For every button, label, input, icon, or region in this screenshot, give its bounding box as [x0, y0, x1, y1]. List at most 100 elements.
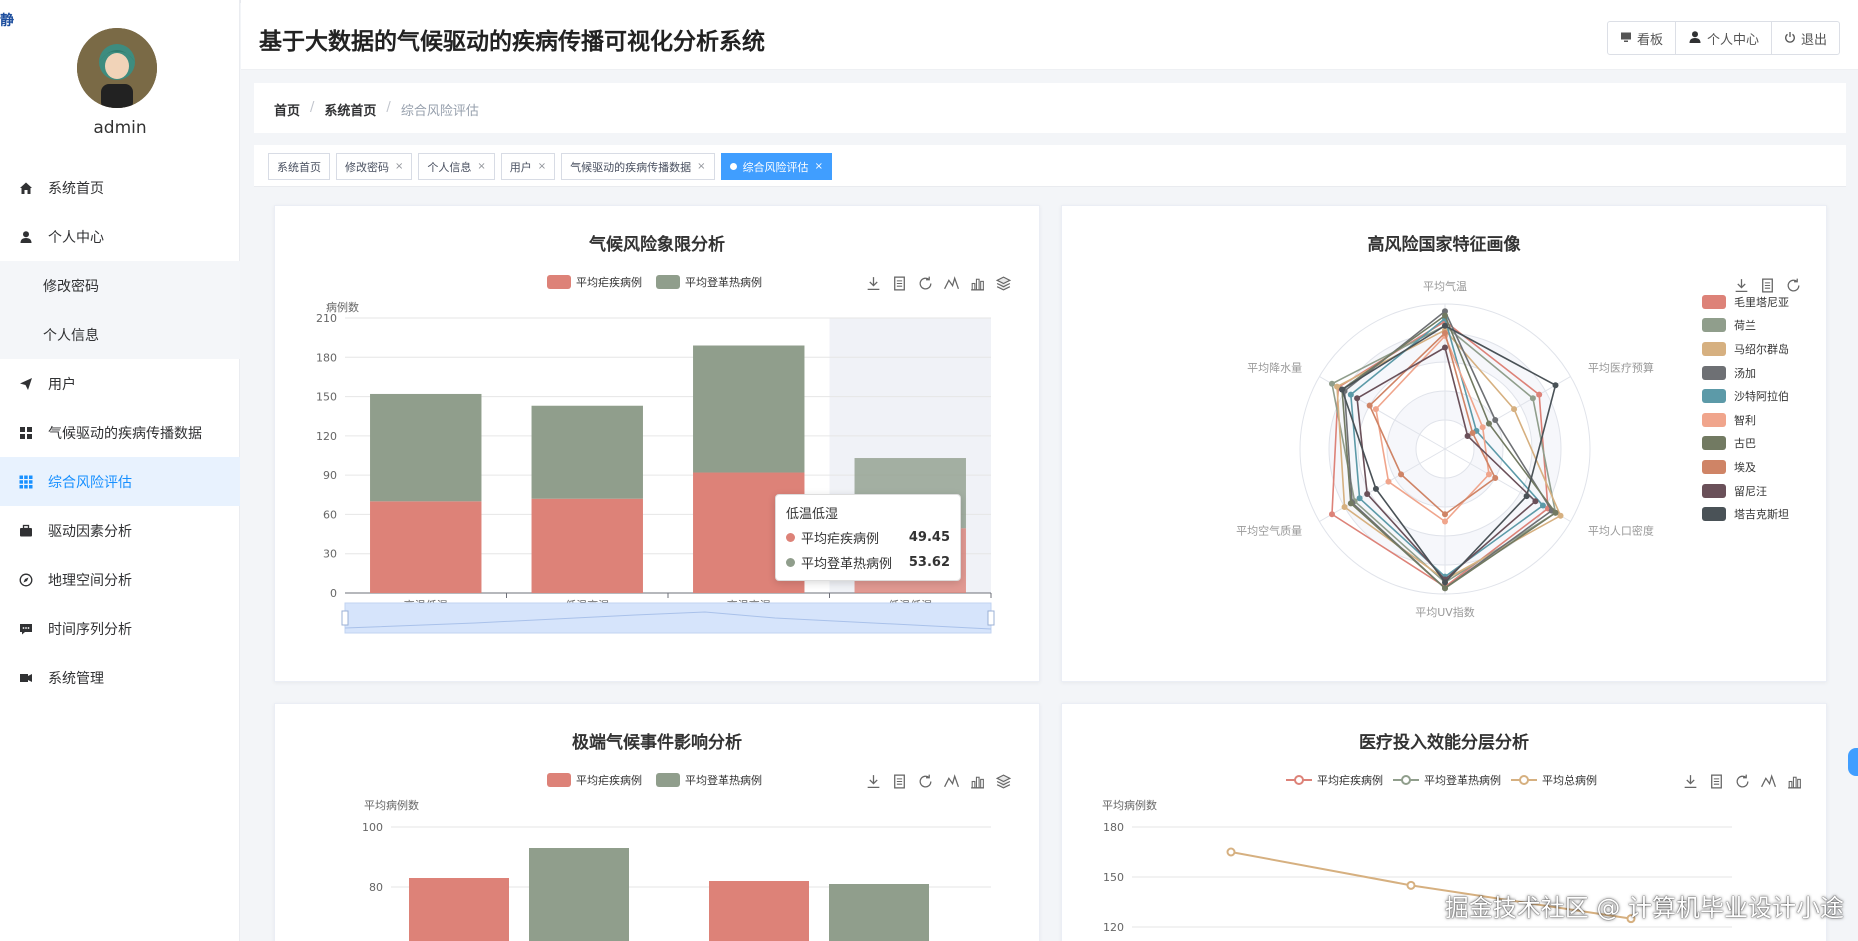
- radar-point[interactable]: [1328, 511, 1335, 518]
- radar-point[interactable]: [1532, 498, 1539, 505]
- radar-point[interactable]: [1442, 344, 1448, 351]
- radar-point[interactable]: [1492, 417, 1499, 423]
- tab-0[interactable]: 系统首页: [268, 153, 330, 180]
- radar-point[interactable]: [1536, 391, 1543, 398]
- sidebar-item-label: 用户: [48, 376, 76, 393]
- sidebar-item-10[interactable]: 系统管理: [0, 653, 240, 702]
- tooltip-label: 平均登革热病例: [801, 557, 893, 572]
- radar-legend-item[interactable]: 留尼汪: [1702, 479, 1789, 503]
- sidebar-item-9[interactable]: 时间序列分析: [0, 604, 240, 653]
- radar-point[interactable]: [1334, 383, 1341, 390]
- radar-point[interactable]: [1442, 518, 1448, 525]
- radar-point[interactable]: [1442, 585, 1448, 592]
- radar-point[interactable]: [1442, 330, 1448, 336]
- bar[interactable]: [709, 881, 809, 941]
- radar-point[interactable]: [1385, 478, 1392, 485]
- datazoom-slider[interactable]: [341, 602, 995, 634]
- breadcrumb-home[interactable]: 首页: [274, 100, 300, 119]
- sidebar-item-3[interactable]: 个人信息: [0, 310, 240, 359]
- radar-point[interactable]: [1492, 475, 1499, 481]
- bar[interactable]: [531, 405, 643, 499]
- radar-legend-item[interactable]: 沙特阿拉伯: [1702, 384, 1789, 408]
- bar[interactable]: [829, 884, 929, 941]
- radar-point[interactable]: [1372, 485, 1379, 492]
- bar[interactable]: [370, 393, 482, 502]
- radar-point[interactable]: [1485, 420, 1492, 427]
- radar-point[interactable]: [1464, 432, 1471, 439]
- close-icon[interactable]: ×: [477, 161, 485, 172]
- tags-view: 系统首页 修改密码 × 个人信息 × 用户 × 气候驱动的疾病传播数据 × 综合风险评估 ×: [254, 145, 1846, 187]
- radar-legend-item[interactable]: 古巴: [1702, 432, 1789, 456]
- avatar[interactable]: [77, 28, 157, 108]
- radar-legend-item[interactable]: 毛里塔尼亚: [1702, 290, 1789, 314]
- radar-point[interactable]: [1372, 406, 1379, 413]
- radar-point[interactable]: [1366, 402, 1373, 409]
- radar-legend-item[interactable]: 汤加: [1702, 361, 1789, 385]
- sidebar-item-label: 时间序列分析: [48, 621, 132, 638]
- floating-side-button[interactable]: [1848, 748, 1858, 776]
- radar-point[interactable]: [1347, 500, 1354, 507]
- radar-point[interactable]: [1442, 322, 1448, 329]
- tab-3[interactable]: 用户 ×: [500, 153, 556, 180]
- radar-point[interactable]: [1539, 502, 1546, 509]
- bar[interactable]: [529, 848, 629, 941]
- radar-point[interactable]: [1442, 312, 1448, 319]
- line-point[interactable]: [1406, 880, 1416, 890]
- sidebar-item-6[interactable]: 综合风险评估: [0, 457, 240, 506]
- apps-icon: [18, 474, 34, 490]
- bar[interactable]: [693, 345, 805, 473]
- radar-legend-item[interactable]: 埃及: [1702, 455, 1789, 479]
- close-icon[interactable]: ×: [538, 161, 546, 172]
- radar-point[interactable]: [1347, 391, 1354, 398]
- radar-point[interactable]: [1341, 504, 1348, 510]
- close-icon[interactable]: ×: [815, 161, 823, 172]
- bar[interactable]: [531, 498, 643, 593]
- line-point[interactable]: [1226, 847, 1236, 857]
- close-icon[interactable]: ×: [697, 161, 705, 172]
- y-tick-label: 90: [323, 469, 337, 482]
- radar-point[interactable]: [1364, 490, 1371, 497]
- sidebar-item-4[interactable]: 用户: [0, 359, 240, 408]
- tab-1[interactable]: 修改密码 ×: [336, 153, 413, 180]
- radar-point[interactable]: [1552, 509, 1559, 516]
- radar-point[interactable]: [1442, 511, 1448, 518]
- sidebar-item-0[interactable]: 系统首页: [0, 163, 240, 212]
- tools-icon: [18, 670, 34, 686]
- breadcrumb-section[interactable]: 系统首页: [324, 100, 376, 119]
- radar-legend-item[interactable]: 马绍尔群岛: [1702, 337, 1789, 361]
- radar-legend-item[interactable]: 智利: [1702, 408, 1789, 432]
- header-button-2[interactable]: 退出: [1772, 22, 1839, 54]
- radar-legend-item[interactable]: 荷兰: [1702, 314, 1789, 338]
- radar-point[interactable]: [1552, 382, 1559, 389]
- datazoom-handle-left[interactable]: [341, 610, 349, 626]
- sidebar-item-5[interactable]: 气候驱动的疾病传播数据: [0, 408, 240, 457]
- sidebar-item-1[interactable]: 个人中心: [0, 212, 240, 261]
- radar-point[interactable]: [1523, 493, 1530, 500]
- radar-point[interactable]: [1328, 380, 1335, 387]
- legend-label: 智利: [1734, 413, 1756, 427]
- radar-legend-item[interactable]: 塔吉克斯坦: [1702, 502, 1789, 526]
- tab-5[interactable]: 综合风险评估 ×: [720, 153, 832, 180]
- close-icon[interactable]: ×: [395, 161, 403, 172]
- sidebar-item-8[interactable]: 地理空间分析: [0, 555, 240, 604]
- radar-point[interactable]: [1469, 430, 1476, 437]
- bar[interactable]: [409, 878, 509, 941]
- radar-point[interactable]: [1485, 471, 1492, 478]
- tab-4[interactable]: 气候驱动的疾病传播数据 ×: [561, 153, 715, 180]
- radar-point[interactable]: [1356, 495, 1363, 502]
- radar-point[interactable]: [1479, 424, 1486, 431]
- header-button-0[interactable]: 看板: [1608, 22, 1676, 54]
- radar-point[interactable]: [1511, 406, 1518, 413]
- radar-point[interactable]: [1398, 471, 1405, 478]
- sidebar-item-7[interactable]: 驱动因素分析: [0, 506, 240, 555]
- radar-point[interactable]: [1354, 395, 1361, 402]
- radar-point[interactable]: [1339, 386, 1346, 393]
- header-button-1[interactable]: 个人中心: [1676, 22, 1772, 54]
- bar[interactable]: [370, 501, 482, 593]
- datazoom-handle-right[interactable]: [987, 610, 995, 626]
- radar-point[interactable]: [1557, 512, 1564, 519]
- radar-point[interactable]: [1442, 579, 1448, 586]
- sidebar-item-2[interactable]: 修改密码: [0, 261, 240, 310]
- radar-point[interactable]: [1529, 395, 1536, 402]
- tab-2[interactable]: 个人信息 ×: [418, 153, 495, 180]
